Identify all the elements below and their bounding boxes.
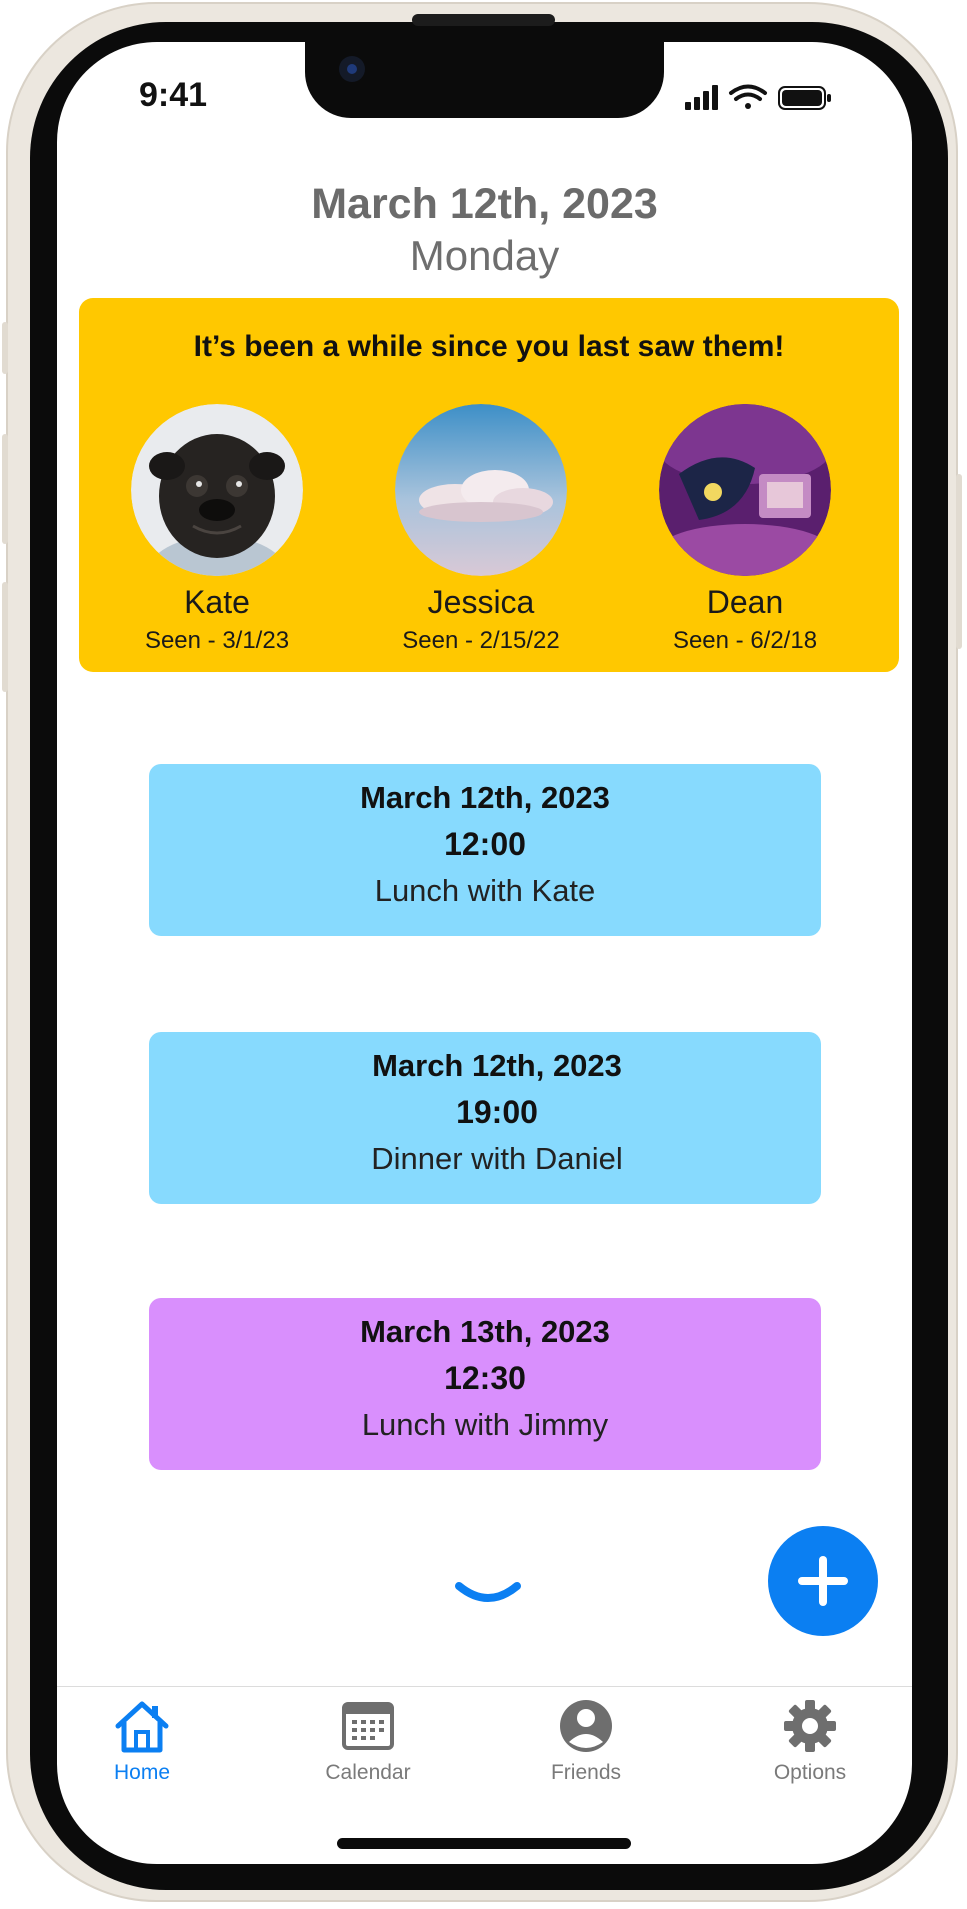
event-card[interactable]: March 13th, 2023 12:30 Lunch with Jimmy [149,1298,821,1470]
tab-label: Calendar [325,1761,411,1784]
volume-down-button [2,582,8,692]
friend-last-seen: Seen - 2/15/22 [402,627,560,654]
page-subtitle-weekday: Monday [409,232,560,279]
status-time: 9:41 [139,76,208,114]
banner-title: It’s been a while since you last saw the… [193,330,785,363]
event-time: 12:00 [444,826,526,862]
friend-last-seen: Seen - 3/1/23 [144,627,290,654]
event-time: 19:00 [456,1094,538,1130]
event-card[interactable]: March 12th, 2023 12:00 Lunch with Kate [149,764,821,936]
gear-icon [784,1700,836,1752]
app-screen: 9:41 March 12th, 2023 Monday It’s been a… [57,42,912,1864]
event-date: March 13th, 2023 [360,1314,610,1349]
event-date: March 12th, 2023 [372,1048,622,1083]
add-event-button[interactable] [768,1526,878,1636]
avatar-purple-art [659,404,831,576]
tab-home[interactable]: Home [57,1698,227,1785]
battery-icon [778,86,831,110]
friend-card-dean[interactable]: Dean Seen - 6/2/18 [635,404,855,655]
chevron-down-icon[interactable] [455,1580,521,1606]
event-title: Lunch with Kate [374,873,596,908]
friend-last-seen: Seen - 6/2/18 [672,627,818,654]
friend-card-kate[interactable]: Kate Seen - 3/1/23 [107,404,327,655]
cellular-signal-icon [685,85,718,110]
reconnect-banner: It’s been a while since you last saw the… [79,298,899,672]
avatar-clouds [395,404,567,576]
event-card[interactable]: March 12th, 2023 19:00 Dinner with Danie… [149,1032,821,1204]
volume-up-button [2,434,8,544]
avatar-pug [131,404,303,576]
friend-name: Kate [184,584,250,620]
home-indicator [337,1838,631,1849]
tab-label: Options [773,1761,847,1784]
tab-calendar[interactable]: Calendar [283,1698,453,1785]
power-button [956,474,962,649]
event-title: Dinner with Daniel [371,1141,623,1176]
plus-icon [798,1556,848,1606]
status-icons [685,84,831,110]
friend-name: Jessica [427,584,535,620]
friend-card-jessica[interactable]: Jessica Seen - 2/15/22 [371,404,591,655]
event-title: Lunch with Jimmy [361,1407,609,1442]
page-title-date: March 12th, 2023 [311,180,658,228]
tab-label: Friends [550,1761,622,1784]
friend-name: Dean [706,584,784,620]
tab-label: Home [113,1761,171,1784]
mute-switch [2,322,8,374]
tab-friends[interactable]: Friends [501,1698,671,1785]
event-date: March 12th, 2023 [360,780,610,815]
speaker-grille [412,14,555,26]
person-icon [560,1700,612,1752]
front-camera [339,56,365,82]
wifi-icon [729,84,767,109]
tab-options[interactable]: Options [725,1698,895,1785]
tab-bar-divider [57,1686,912,1687]
event-time: 12:30 [444,1360,526,1396]
calendar-icon [342,1702,394,1750]
home-icon [115,1701,169,1753]
